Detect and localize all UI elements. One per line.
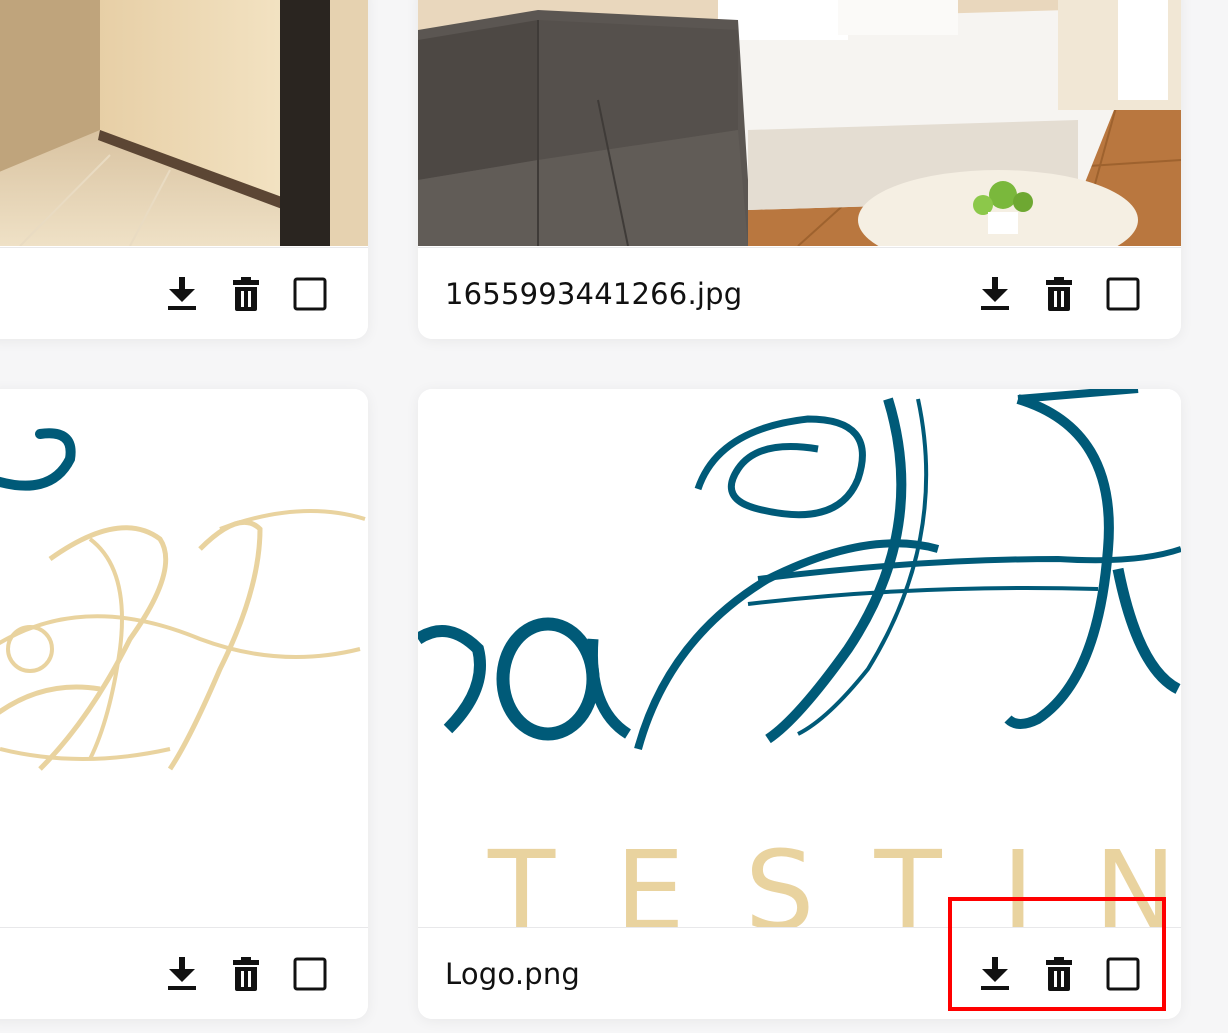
checkbox-icon[interactable]: [292, 956, 328, 992]
media-card: [0, 389, 368, 1019]
media-card: [0, 0, 368, 339]
media-gallery: 1655993441266.jpg TESTI Logo.png: [0, 0, 1228, 1033]
highlight-box: [948, 897, 1166, 1011]
image-thumbnail[interactable]: TESTING: [418, 389, 1181, 927]
trash-icon[interactable]: [228, 956, 264, 992]
card-actions: [977, 274, 1141, 314]
file-name: 1655993441266.jpg: [445, 277, 743, 311]
download-icon[interactable]: [977, 276, 1013, 312]
checkbox-icon[interactable]: [292, 276, 328, 312]
card-actions: [164, 954, 328, 994]
download-icon[interactable]: [164, 276, 200, 312]
image-thumbnail[interactable]: [418, 0, 1181, 246]
file-name: Logo.png: [445, 957, 581, 991]
media-card: 1655993441266.jpg: [418, 0, 1181, 339]
card-footer: 1655993441266.jpg: [418, 247, 1181, 339]
image-thumbnail[interactable]: [0, 389, 368, 927]
card-footer: [0, 247, 368, 339]
checkbox-icon[interactable]: [1105, 276, 1141, 312]
image-thumbnail[interactable]: [0, 0, 368, 246]
trash-icon[interactable]: [1041, 276, 1077, 312]
trash-icon[interactable]: [228, 276, 264, 312]
card-footer: [0, 927, 368, 1019]
card-actions: [164, 274, 328, 314]
download-icon[interactable]: [164, 956, 200, 992]
